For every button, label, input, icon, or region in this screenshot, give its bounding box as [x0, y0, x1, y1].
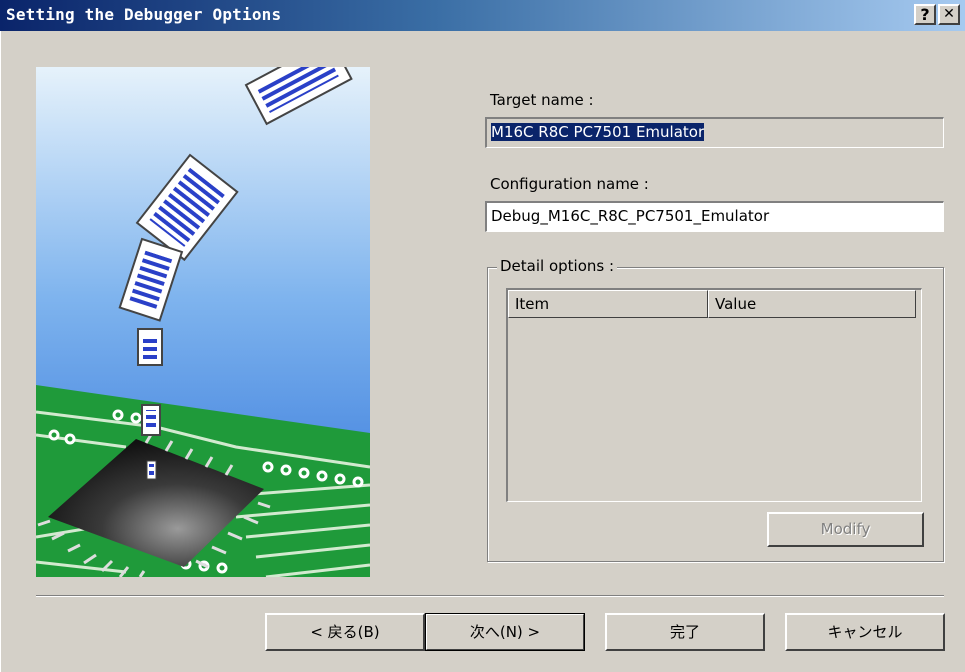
cancel-button[interactable]: キャンセル — [785, 613, 945, 651]
column-header-value[interactable]: Value — [708, 290, 916, 318]
configuration-name-label: Configuration name : — [490, 175, 649, 193]
next-button[interactable]: 次へ(N) > — [425, 613, 585, 651]
target-name-field[interactable]: M16C R8C PC7501 Emulator — [485, 117, 944, 148]
column-header-item[interactable]: Item — [508, 290, 708, 318]
target-name-value: M16C R8C PC7501 Emulator — [491, 123, 705, 141]
detail-options-label: Detail options : — [497, 257, 618, 275]
help-button[interactable]: ? — [914, 4, 936, 25]
button-separator — [36, 595, 944, 597]
dialog-title: Setting the Debugger Options — [6, 5, 282, 24]
configuration-name-input[interactable]: Debug_M16C_R8C_PC7501_Emulator — [485, 201, 944, 232]
modify-button-label: Modify — [820, 520, 871, 538]
detail-options-list[interactable]: Item Value — [506, 288, 922, 502]
close-button[interactable]: ✕ — [938, 4, 960, 25]
title-bar: Setting the Debugger Options ? ✕ — [0, 0, 965, 31]
back-button[interactable]: < 戻る(B) — [265, 613, 425, 651]
target-name-label: Target name : — [490, 91, 594, 109]
wizard-illustration — [36, 67, 370, 577]
finish-button[interactable]: 完了 — [605, 613, 765, 651]
modify-button[interactable]: Modify — [767, 512, 924, 547]
